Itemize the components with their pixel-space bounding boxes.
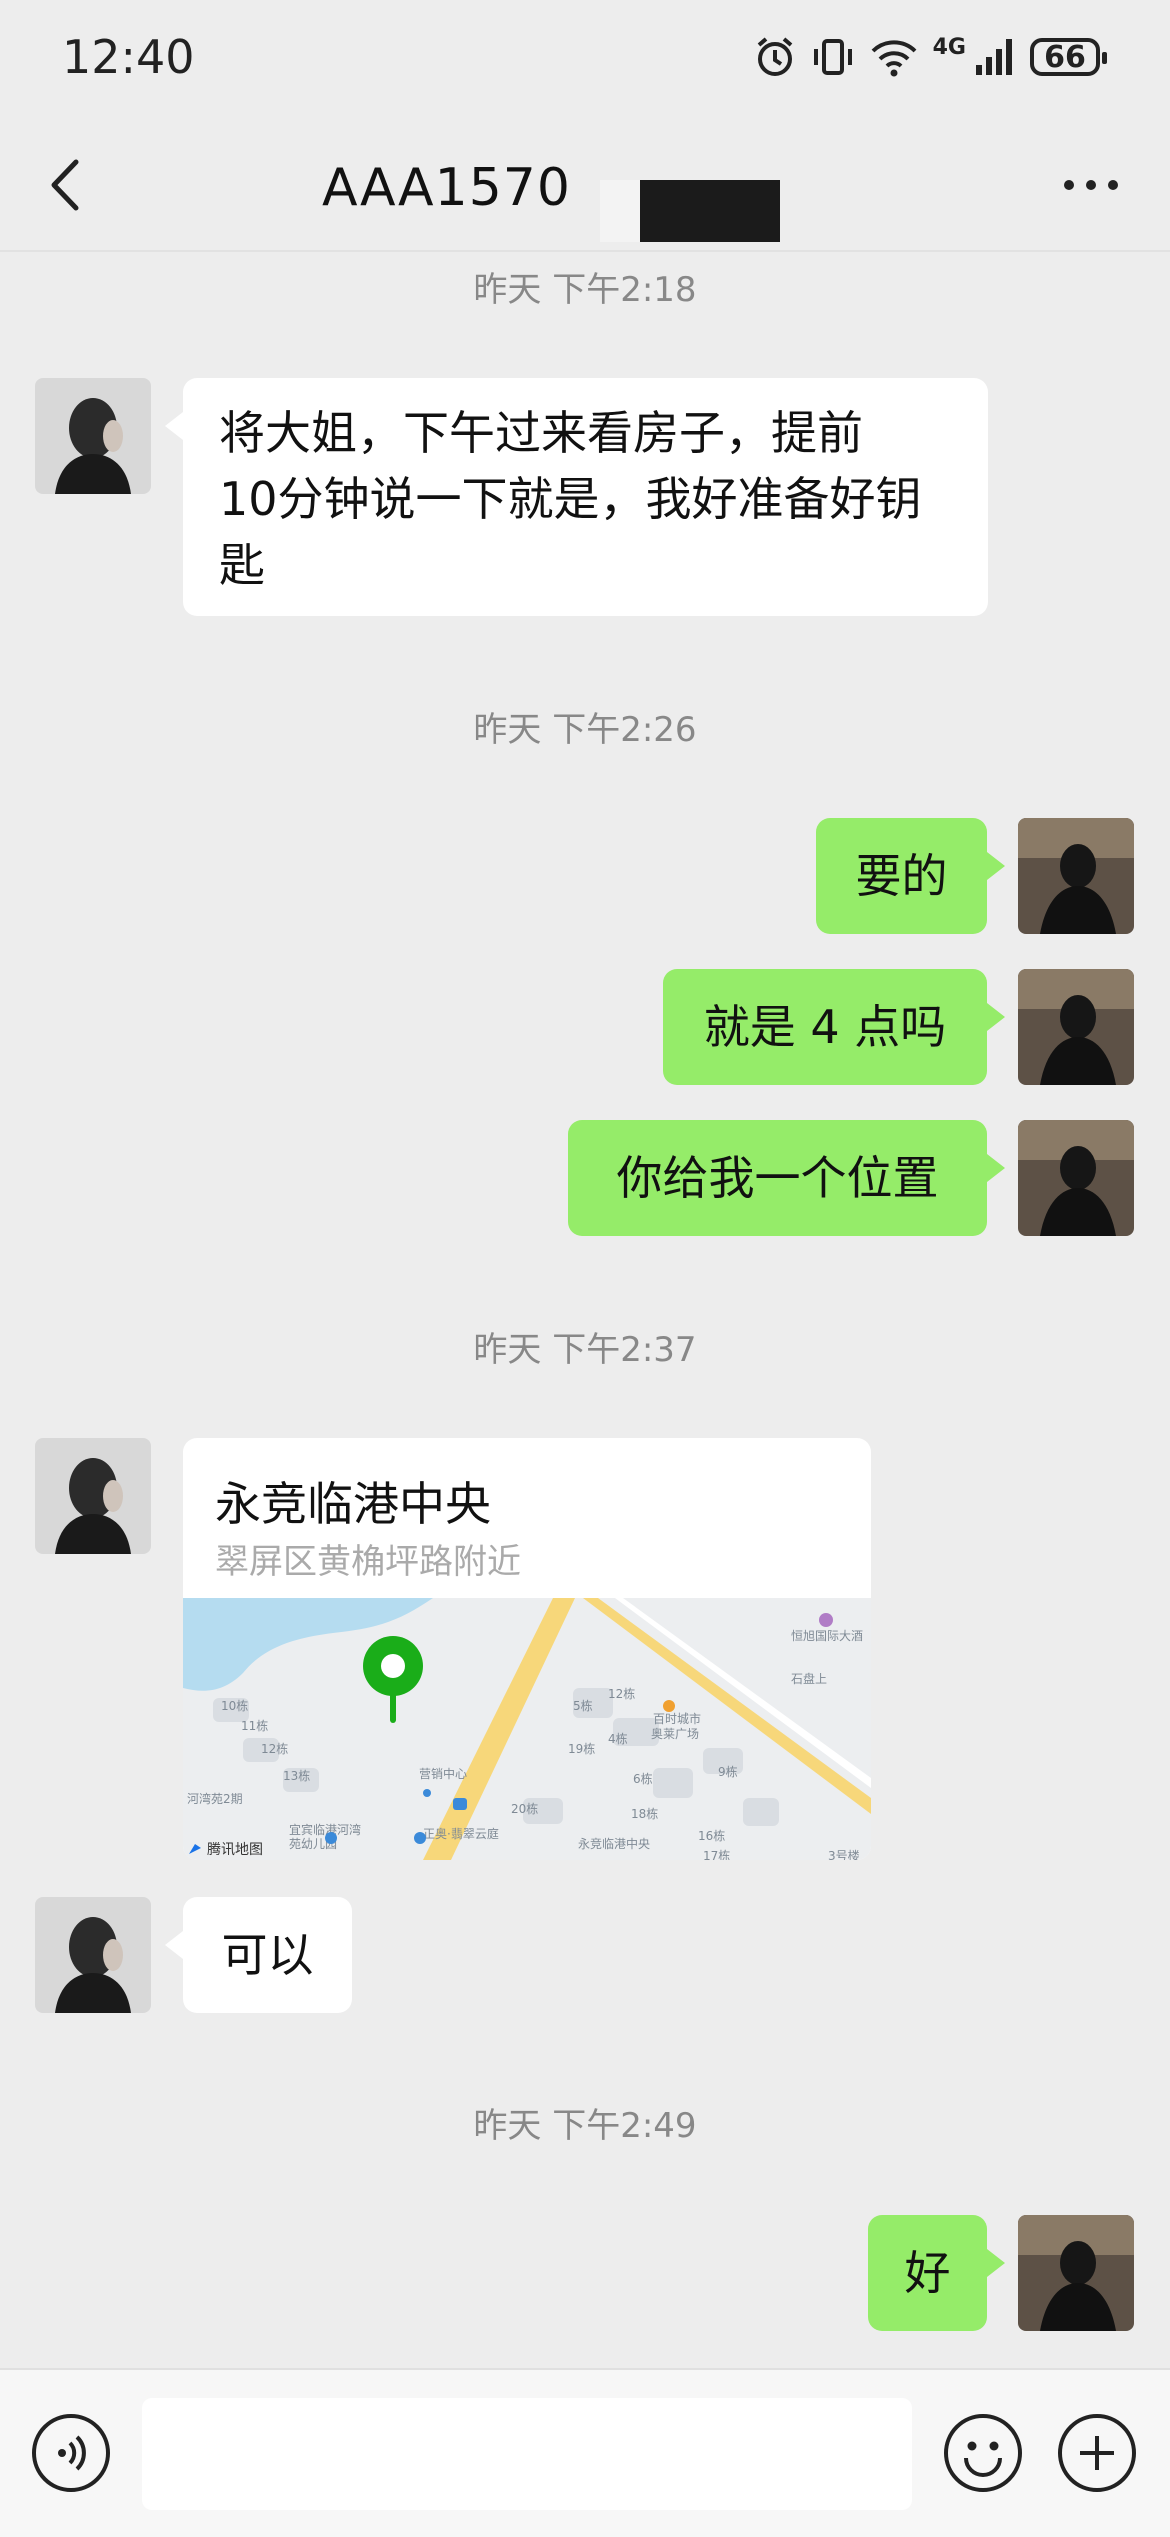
more-dots-icon[interactable] bbox=[1064, 180, 1118, 190]
plus-icon[interactable] bbox=[1058, 2414, 1136, 2492]
map-label: 4栋 bbox=[608, 1731, 628, 1746]
status-time: 12:40 bbox=[62, 30, 195, 84]
map-label: 20栋 bbox=[511, 1801, 538, 1816]
message-bubble-outgoing[interactable]: 就是 4 点吗 bbox=[663, 969, 1005, 1085]
location-map[interactable]: 恒旭国际大酒 石盘上 百时城市 奥莱广场 营销中心 10栋 11栋 12栋 13… bbox=[183, 1598, 871, 1860]
message-bubble-outgoing[interactable]: 好 bbox=[868, 2215, 1005, 2331]
status-bar: 12:40 4G 66 bbox=[0, 0, 1170, 120]
my-avatar[interactable] bbox=[1018, 1120, 1134, 1236]
message-input[interactable] bbox=[142, 2398, 912, 2510]
my-avatar[interactable] bbox=[1018, 818, 1134, 934]
message-line: 将大姐，下午过来看房子，提前 bbox=[219, 406, 863, 460]
message-bubble-outgoing[interactable]: 要的 bbox=[816, 818, 1005, 934]
wifi-icon bbox=[871, 40, 917, 77]
message-text: 好 bbox=[904, 2246, 951, 2300]
location-message-card[interactable]: 永竞临港中央 翠屏区黄桷坪路附近 恒旭国际大酒 石盘上 百时城市 奥莱广场 营销… bbox=[183, 1438, 871, 1860]
network-label: 4G bbox=[932, 34, 966, 60]
map-label: 百时城市 bbox=[653, 1711, 701, 1726]
message-bubble-outgoing[interactable]: 你给我一个位置 bbox=[568, 1120, 1005, 1236]
message-bubble-incoming[interactable]: 可以 bbox=[165, 1897, 352, 2013]
back-chevron-icon[interactable] bbox=[40, 150, 100, 220]
vibrate-icon bbox=[813, 39, 852, 75]
chat-title: AAA1570 bbox=[322, 158, 571, 218]
map-label: 营销中心 bbox=[419, 1766, 467, 1781]
map-attribution: 腾讯地图 bbox=[207, 1841, 263, 1858]
message-text: 要的 bbox=[855, 849, 948, 903]
map-label: 奥莱广场 bbox=[651, 1727, 699, 1741]
map-label: 18栋 bbox=[631, 1806, 658, 1821]
alarm-icon bbox=[757, 37, 792, 76]
message-bubble-incoming[interactable]: 将大姐，下午过来看房子，提前 10分钟说一下就是，我好准备好钥 匙 bbox=[165, 378, 988, 616]
message-text: 你给我一个位置 bbox=[616, 1151, 939, 1205]
map-label: 10栋 bbox=[221, 1698, 248, 1713]
map-label: 11栋 bbox=[241, 1718, 268, 1733]
map-label: 恒旭国际大酒 bbox=[791, 1629, 863, 1643]
message-text: 可以 bbox=[221, 1928, 314, 1982]
map-label: 16栋 bbox=[698, 1828, 725, 1843]
contact-avatar[interactable] bbox=[35, 1897, 151, 2013]
map-label: 13栋 bbox=[283, 1768, 310, 1783]
battery-indicator: 66 bbox=[1030, 38, 1107, 76]
timestamp: 昨天 下午2:49 bbox=[473, 2106, 697, 2146]
timestamp: 昨天 下午2:26 bbox=[473, 710, 697, 750]
status-icons: 4G 66 bbox=[753, 34, 1107, 80]
map-label: 河湾苑2期 bbox=[187, 1791, 243, 1806]
my-avatar[interactable] bbox=[1018, 2215, 1134, 2331]
message-line: 10分钟说一下就是，我好准备好钥 bbox=[219, 472, 922, 526]
map-label: 石盘上 bbox=[791, 1671, 827, 1686]
map-label: 6栋 bbox=[633, 1771, 653, 1786]
emoji-icon[interactable] bbox=[944, 2414, 1022, 2492]
map-label: 9栋 bbox=[718, 1764, 738, 1779]
map-label: 永竞临港中央 bbox=[578, 1836, 650, 1851]
map-label: 12栋 bbox=[608, 1686, 635, 1701]
chat-header: AAA1570 bbox=[0, 120, 1170, 250]
map-label: 19栋 bbox=[568, 1741, 595, 1756]
timestamp: 昨天 下午2:18 bbox=[473, 270, 697, 310]
map-label: 12栋 bbox=[261, 1741, 288, 1756]
map-label: 3号楼 bbox=[828, 1848, 860, 1860]
message-line: 匙 bbox=[219, 538, 265, 592]
location-name: 永竞临港中央 bbox=[215, 1477, 491, 1531]
signal-icon bbox=[976, 39, 1012, 75]
voice-icon[interactable] bbox=[32, 2414, 110, 2492]
input-bar bbox=[0, 2368, 1170, 2537]
map-label: 5栋 bbox=[573, 1698, 593, 1713]
header-divider bbox=[0, 250, 1170, 252]
map-label: 正奥·翡翠云庭 bbox=[423, 1826, 499, 1841]
message-text: 就是 4 点吗 bbox=[703, 1000, 947, 1054]
map-label: 宜宾临港河湾 bbox=[289, 1822, 361, 1837]
contact-avatar[interactable] bbox=[35, 1438, 151, 1554]
my-avatar[interactable] bbox=[1018, 969, 1134, 1085]
redaction-block bbox=[600, 180, 780, 242]
contact-avatar[interactable] bbox=[35, 378, 151, 494]
map-label: 17栋 bbox=[703, 1848, 730, 1860]
timestamp: 昨天 下午2:37 bbox=[473, 1330, 697, 1370]
location-address: 翠屏区黄桷坪路附近 bbox=[215, 1542, 521, 1582]
